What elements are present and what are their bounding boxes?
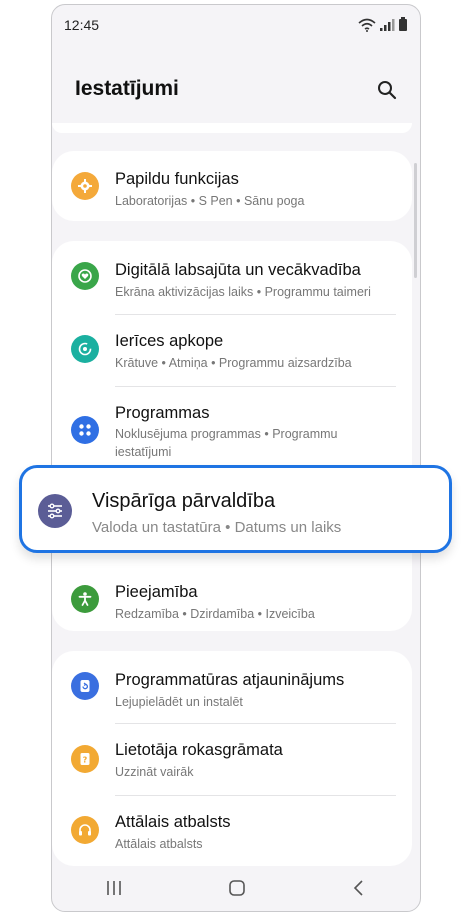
- item-subtitle: Lejupielādēt un instalēt: [115, 695, 243, 709]
- battery-icon: [399, 17, 407, 31]
- item-subtitle: Redzamība • Dzirdamība • Izveicība: [115, 607, 315, 621]
- item-title: Pieejamība: [115, 583, 198, 601]
- settings-item-advanced-features[interactable]: Papildu funkcijas Laboratorijas • S Pen …: [52, 151, 412, 221]
- settings-item-software-update[interactable]: Programmatūras atjauninājums Lejupielādē…: [52, 651, 412, 721]
- item-title: Ierīces apkope: [115, 332, 224, 350]
- recents-button[interactable]: [103, 879, 125, 902]
- item-subtitle: Ekrāna aktivizācijas laiks • Programmu t…: [115, 285, 371, 299]
- signal-icon: [380, 18, 395, 31]
- status-time: 12:45: [64, 17, 100, 33]
- item-subtitle: Noklusējuma programmas • Programmu iesta…: [115, 427, 338, 459]
- item-subtitle: Valoda un tastatūra • Datums un laiks: [92, 519, 342, 536]
- card-system: Digitālā labsajūta un vecākvadība Ekrāna…: [52, 241, 412, 631]
- sliders-icon: [38, 494, 72, 528]
- item-title: Vispārīga pārvaldība: [92, 490, 276, 512]
- item-title: Papildu funkcijas: [115, 170, 239, 188]
- card-support: Programmatūras atjauninājums Lejupielādē…: [52, 651, 412, 866]
- home-icon: [229, 879, 245, 896]
- previous-card-edge: [52, 123, 412, 133]
- phone-frame: 12:45 Iestatījumi Papildu funkcijas Labo…: [51, 4, 421, 912]
- item-subtitle: Uzzināt vairāk: [115, 765, 194, 779]
- back-icon: [353, 879, 363, 896]
- svg-text:?: ?: [83, 756, 88, 765]
- home-button[interactable]: [227, 878, 247, 903]
- settings-item-user-manual[interactable]: ? Lietotāja rokasgrāmata Uzzināt vairāk: [52, 724, 412, 794]
- status-icons: [358, 17, 408, 32]
- settings-item-apps[interactable]: Programmas Noklusējuma programmas • Prog…: [52, 387, 412, 467]
- item-title: Attālais atbalsts: [115, 813, 231, 831]
- update-icon: [71, 672, 99, 700]
- page-title: Iestatījumi: [75, 77, 179, 100]
- settings-item-remote-support[interactable]: Attālais atbalsts Attālais atbalsts: [52, 796, 412, 866]
- manual-icon: ?: [71, 745, 99, 773]
- recents-icon: [107, 880, 121, 895]
- search-icon: [378, 81, 397, 100]
- puzzle-gear-icon: [71, 172, 99, 200]
- heart-circle-icon: [71, 262, 99, 290]
- settings-item-device-care[interactable]: Ierīces apkope Krātuve • Atmiņa • Progra…: [52, 315, 412, 385]
- refresh-circle-icon: [71, 335, 99, 363]
- headset-icon: [71, 816, 99, 844]
- settings-item-general-management[interactable]: Vispārīga pārvaldība Valoda un tastatūra…: [19, 465, 452, 553]
- wifi-icon: [358, 18, 376, 32]
- item-title: Programmatūras atjauninājums: [115, 671, 345, 689]
- status-bar: 12:45: [52, 5, 420, 45]
- navigation-bar: [52, 869, 420, 911]
- item-title: Lietotāja rokasgrāmata: [115, 741, 283, 759]
- item-title: Digitālā labsajūta un vecākvadība: [115, 261, 361, 279]
- apps-grid-icon: [71, 416, 99, 444]
- item-title: Programmas: [115, 404, 210, 422]
- item-subtitle: Attālais atbalsts: [115, 837, 203, 851]
- item-subtitle: Laboratorijas • S Pen • Sānu poga: [115, 194, 305, 208]
- search-button[interactable]: [372, 75, 402, 105]
- settings-item-accessibility[interactable]: Pieejamība Redzamība • Dzirdamība • Izve…: [52, 559, 412, 631]
- settings-item-digital-wellbeing[interactable]: Digitālā labsajūta un vecākvadība Ekrāna…: [52, 241, 412, 311]
- accessibility-icon: [71, 585, 99, 613]
- card-advanced: Papildu funkcijas Laboratorijas • S Pen …: [52, 151, 412, 221]
- back-button[interactable]: [349, 878, 369, 903]
- scrollbar[interactable]: [414, 163, 417, 278]
- item-subtitle: Krātuve • Atmiņa • Programmu aizsardzība: [115, 356, 352, 370]
